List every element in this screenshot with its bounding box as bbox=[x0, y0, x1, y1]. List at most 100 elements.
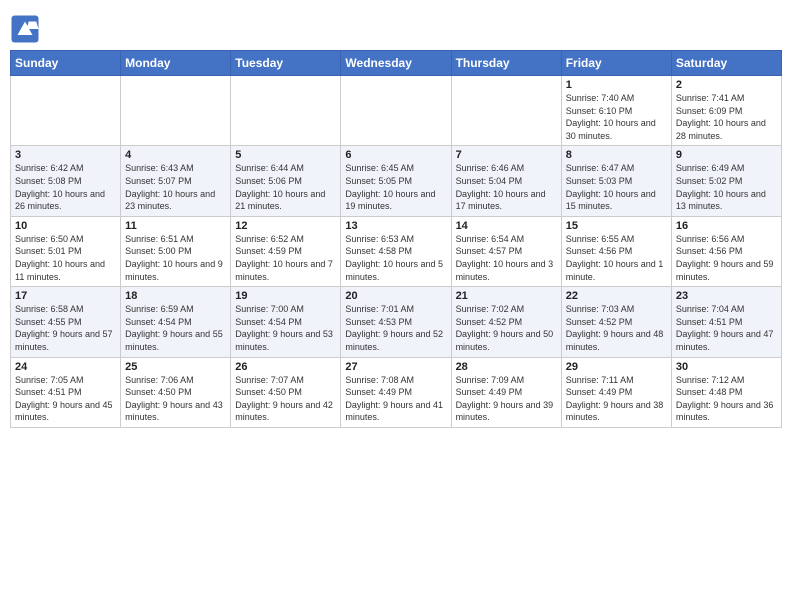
calendar-header-saturday: Saturday bbox=[671, 51, 781, 76]
day-number: 4 bbox=[125, 149, 226, 161]
day-number: 2 bbox=[676, 79, 777, 91]
logo bbox=[10, 14, 42, 44]
calendar-cell: 26Sunrise: 7:07 AM Sunset: 4:50 PM Dayli… bbox=[231, 357, 341, 427]
calendar-cell: 18Sunrise: 6:59 AM Sunset: 4:54 PM Dayli… bbox=[121, 287, 231, 357]
calendar-cell: 13Sunrise: 6:53 AM Sunset: 4:58 PM Dayli… bbox=[341, 216, 451, 286]
day-info: Sunrise: 7:41 AM Sunset: 6:09 PM Dayligh… bbox=[676, 92, 777, 142]
calendar-cell: 1Sunrise: 7:40 AM Sunset: 6:10 PM Daylig… bbox=[561, 76, 671, 146]
calendar-cell: 22Sunrise: 7:03 AM Sunset: 4:52 PM Dayli… bbox=[561, 287, 671, 357]
calendar-cell: 9Sunrise: 6:49 AM Sunset: 5:02 PM Daylig… bbox=[671, 146, 781, 216]
calendar-header-wednesday: Wednesday bbox=[341, 51, 451, 76]
calendar-week-1: 1Sunrise: 7:40 AM Sunset: 6:10 PM Daylig… bbox=[11, 76, 782, 146]
calendar-cell: 3Sunrise: 6:42 AM Sunset: 5:08 PM Daylig… bbox=[11, 146, 121, 216]
calendar-header-friday: Friday bbox=[561, 51, 671, 76]
calendar-cell: 14Sunrise: 6:54 AM Sunset: 4:57 PM Dayli… bbox=[451, 216, 561, 286]
day-info: Sunrise: 6:59 AM Sunset: 4:54 PM Dayligh… bbox=[125, 303, 226, 353]
day-number: 23 bbox=[676, 290, 777, 302]
logo-icon bbox=[10, 14, 40, 44]
calendar-cell: 12Sunrise: 6:52 AM Sunset: 4:59 PM Dayli… bbox=[231, 216, 341, 286]
day-number: 18 bbox=[125, 290, 226, 302]
day-number: 21 bbox=[456, 290, 557, 302]
day-info: Sunrise: 7:08 AM Sunset: 4:49 PM Dayligh… bbox=[345, 374, 446, 424]
day-number: 10 bbox=[15, 220, 116, 232]
calendar-cell bbox=[11, 76, 121, 146]
day-info: Sunrise: 7:12 AM Sunset: 4:48 PM Dayligh… bbox=[676, 374, 777, 424]
calendar-cell bbox=[341, 76, 451, 146]
day-number: 3 bbox=[15, 149, 116, 161]
day-number: 7 bbox=[456, 149, 557, 161]
calendar-cell: 4Sunrise: 6:43 AM Sunset: 5:07 PM Daylig… bbox=[121, 146, 231, 216]
day-number: 27 bbox=[345, 361, 446, 373]
day-number: 8 bbox=[566, 149, 667, 161]
day-number: 30 bbox=[676, 361, 777, 373]
day-info: Sunrise: 6:58 AM Sunset: 4:55 PM Dayligh… bbox=[15, 303, 116, 353]
day-info: Sunrise: 6:54 AM Sunset: 4:57 PM Dayligh… bbox=[456, 233, 557, 283]
day-number: 19 bbox=[235, 290, 336, 302]
calendar-cell: 15Sunrise: 6:55 AM Sunset: 4:56 PM Dayli… bbox=[561, 216, 671, 286]
calendar-week-2: 3Sunrise: 6:42 AM Sunset: 5:08 PM Daylig… bbox=[11, 146, 782, 216]
calendar-header-tuesday: Tuesday bbox=[231, 51, 341, 76]
day-info: Sunrise: 7:04 AM Sunset: 4:51 PM Dayligh… bbox=[676, 303, 777, 353]
calendar-cell: 23Sunrise: 7:04 AM Sunset: 4:51 PM Dayli… bbox=[671, 287, 781, 357]
day-info: Sunrise: 7:09 AM Sunset: 4:49 PM Dayligh… bbox=[456, 374, 557, 424]
calendar-week-3: 10Sunrise: 6:50 AM Sunset: 5:01 PM Dayli… bbox=[11, 216, 782, 286]
day-number: 9 bbox=[676, 149, 777, 161]
day-number: 1 bbox=[566, 79, 667, 91]
calendar-cell: 28Sunrise: 7:09 AM Sunset: 4:49 PM Dayli… bbox=[451, 357, 561, 427]
page-header bbox=[10, 10, 782, 44]
calendar-cell bbox=[121, 76, 231, 146]
day-number: 11 bbox=[125, 220, 226, 232]
day-info: Sunrise: 7:11 AM Sunset: 4:49 PM Dayligh… bbox=[566, 374, 667, 424]
calendar-header-thursday: Thursday bbox=[451, 51, 561, 76]
day-number: 29 bbox=[566, 361, 667, 373]
calendar-cell: 10Sunrise: 6:50 AM Sunset: 5:01 PM Dayli… bbox=[11, 216, 121, 286]
day-number: 14 bbox=[456, 220, 557, 232]
calendar-cell: 11Sunrise: 6:51 AM Sunset: 5:00 PM Dayli… bbox=[121, 216, 231, 286]
calendar-header-row: SundayMondayTuesdayWednesdayThursdayFrid… bbox=[11, 51, 782, 76]
day-info: Sunrise: 7:40 AM Sunset: 6:10 PM Dayligh… bbox=[566, 92, 667, 142]
day-info: Sunrise: 7:06 AM Sunset: 4:50 PM Dayligh… bbox=[125, 374, 226, 424]
day-info: Sunrise: 6:50 AM Sunset: 5:01 PM Dayligh… bbox=[15, 233, 116, 283]
calendar-cell: 7Sunrise: 6:46 AM Sunset: 5:04 PM Daylig… bbox=[451, 146, 561, 216]
day-info: Sunrise: 7:02 AM Sunset: 4:52 PM Dayligh… bbox=[456, 303, 557, 353]
calendar-cell: 27Sunrise: 7:08 AM Sunset: 4:49 PM Dayli… bbox=[341, 357, 451, 427]
calendar-cell: 2Sunrise: 7:41 AM Sunset: 6:09 PM Daylig… bbox=[671, 76, 781, 146]
calendar-cell: 16Sunrise: 6:56 AM Sunset: 4:56 PM Dayli… bbox=[671, 216, 781, 286]
day-info: Sunrise: 6:43 AM Sunset: 5:07 PM Dayligh… bbox=[125, 162, 226, 212]
day-number: 26 bbox=[235, 361, 336, 373]
calendar-cell: 6Sunrise: 6:45 AM Sunset: 5:05 PM Daylig… bbox=[341, 146, 451, 216]
day-number: 6 bbox=[345, 149, 446, 161]
calendar-cell: 5Sunrise: 6:44 AM Sunset: 5:06 PM Daylig… bbox=[231, 146, 341, 216]
day-info: Sunrise: 6:52 AM Sunset: 4:59 PM Dayligh… bbox=[235, 233, 336, 283]
calendar-cell bbox=[451, 76, 561, 146]
calendar-week-4: 17Sunrise: 6:58 AM Sunset: 4:55 PM Dayli… bbox=[11, 287, 782, 357]
calendar: SundayMondayTuesdayWednesdayThursdayFrid… bbox=[10, 50, 782, 428]
day-info: Sunrise: 7:05 AM Sunset: 4:51 PM Dayligh… bbox=[15, 374, 116, 424]
day-number: 25 bbox=[125, 361, 226, 373]
day-info: Sunrise: 6:53 AM Sunset: 4:58 PM Dayligh… bbox=[345, 233, 446, 283]
day-info: Sunrise: 7:00 AM Sunset: 4:54 PM Dayligh… bbox=[235, 303, 336, 353]
day-number: 22 bbox=[566, 290, 667, 302]
calendar-cell: 25Sunrise: 7:06 AM Sunset: 4:50 PM Dayli… bbox=[121, 357, 231, 427]
day-info: Sunrise: 6:47 AM Sunset: 5:03 PM Dayligh… bbox=[566, 162, 667, 212]
day-info: Sunrise: 6:44 AM Sunset: 5:06 PM Dayligh… bbox=[235, 162, 336, 212]
calendar-cell: 19Sunrise: 7:00 AM Sunset: 4:54 PM Dayli… bbox=[231, 287, 341, 357]
calendar-cell: 21Sunrise: 7:02 AM Sunset: 4:52 PM Dayli… bbox=[451, 287, 561, 357]
day-info: Sunrise: 7:07 AM Sunset: 4:50 PM Dayligh… bbox=[235, 374, 336, 424]
day-info: Sunrise: 6:49 AM Sunset: 5:02 PM Dayligh… bbox=[676, 162, 777, 212]
day-info: Sunrise: 6:42 AM Sunset: 5:08 PM Dayligh… bbox=[15, 162, 116, 212]
day-info: Sunrise: 6:46 AM Sunset: 5:04 PM Dayligh… bbox=[456, 162, 557, 212]
day-info: Sunrise: 7:01 AM Sunset: 4:53 PM Dayligh… bbox=[345, 303, 446, 353]
day-info: Sunrise: 7:03 AM Sunset: 4:52 PM Dayligh… bbox=[566, 303, 667, 353]
day-number: 20 bbox=[345, 290, 446, 302]
calendar-cell: 29Sunrise: 7:11 AM Sunset: 4:49 PM Dayli… bbox=[561, 357, 671, 427]
calendar-cell: 17Sunrise: 6:58 AM Sunset: 4:55 PM Dayli… bbox=[11, 287, 121, 357]
calendar-header-monday: Monday bbox=[121, 51, 231, 76]
calendar-cell: 30Sunrise: 7:12 AM Sunset: 4:48 PM Dayli… bbox=[671, 357, 781, 427]
day-info: Sunrise: 6:55 AM Sunset: 4:56 PM Dayligh… bbox=[566, 233, 667, 283]
calendar-header-sunday: Sunday bbox=[11, 51, 121, 76]
day-number: 17 bbox=[15, 290, 116, 302]
day-number: 24 bbox=[15, 361, 116, 373]
calendar-cell: 8Sunrise: 6:47 AM Sunset: 5:03 PM Daylig… bbox=[561, 146, 671, 216]
day-number: 13 bbox=[345, 220, 446, 232]
